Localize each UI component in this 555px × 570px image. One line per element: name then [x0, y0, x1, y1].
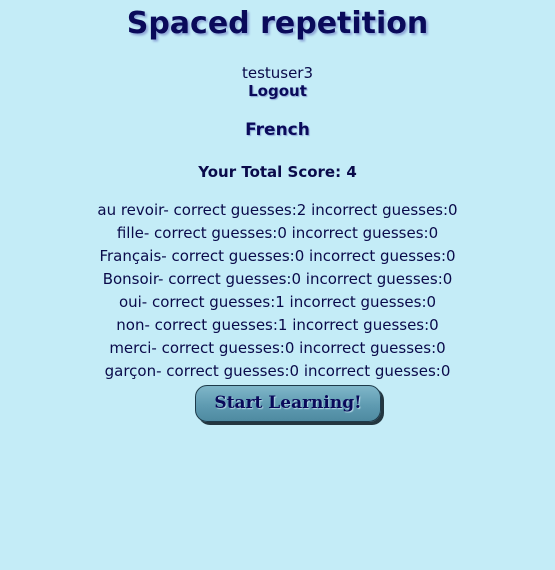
word-item: fille- correct guesses:0 incorrect guess…	[116, 224, 439, 242]
word-item: Français- correct guesses:0 incorrect gu…	[99, 247, 456, 265]
word-item: au revoir- correct guesses:2 incorrect g…	[97, 201, 458, 219]
word-item: Bonsoir- correct guesses:0 incorrect gue…	[102, 270, 453, 288]
word-list: au revoir- correct guesses:2 incorrect g…	[0, 199, 555, 383]
word-item: merci- correct guesses:0 incorrect guess…	[109, 339, 446, 357]
header: Spaced repetition	[0, 4, 555, 44]
word-item: oui- correct guesses:1 incorrect guesses…	[118, 293, 437, 311]
logout-link[interactable]: Logout	[0, 82, 555, 100]
username: testuser3	[241, 64, 314, 82]
word-item: garçon- correct guesses:0 incorrect gues…	[104, 362, 451, 380]
word-item: non- correct guesses:1 incorrect guesses…	[116, 316, 439, 334]
start-learning-button[interactable]: Start Learning!	[195, 385, 381, 422]
app-title: Spaced repetition	[126, 6, 429, 41]
language-heading: French	[245, 120, 310, 140]
total-score: Your Total Score: 4	[198, 163, 357, 181]
